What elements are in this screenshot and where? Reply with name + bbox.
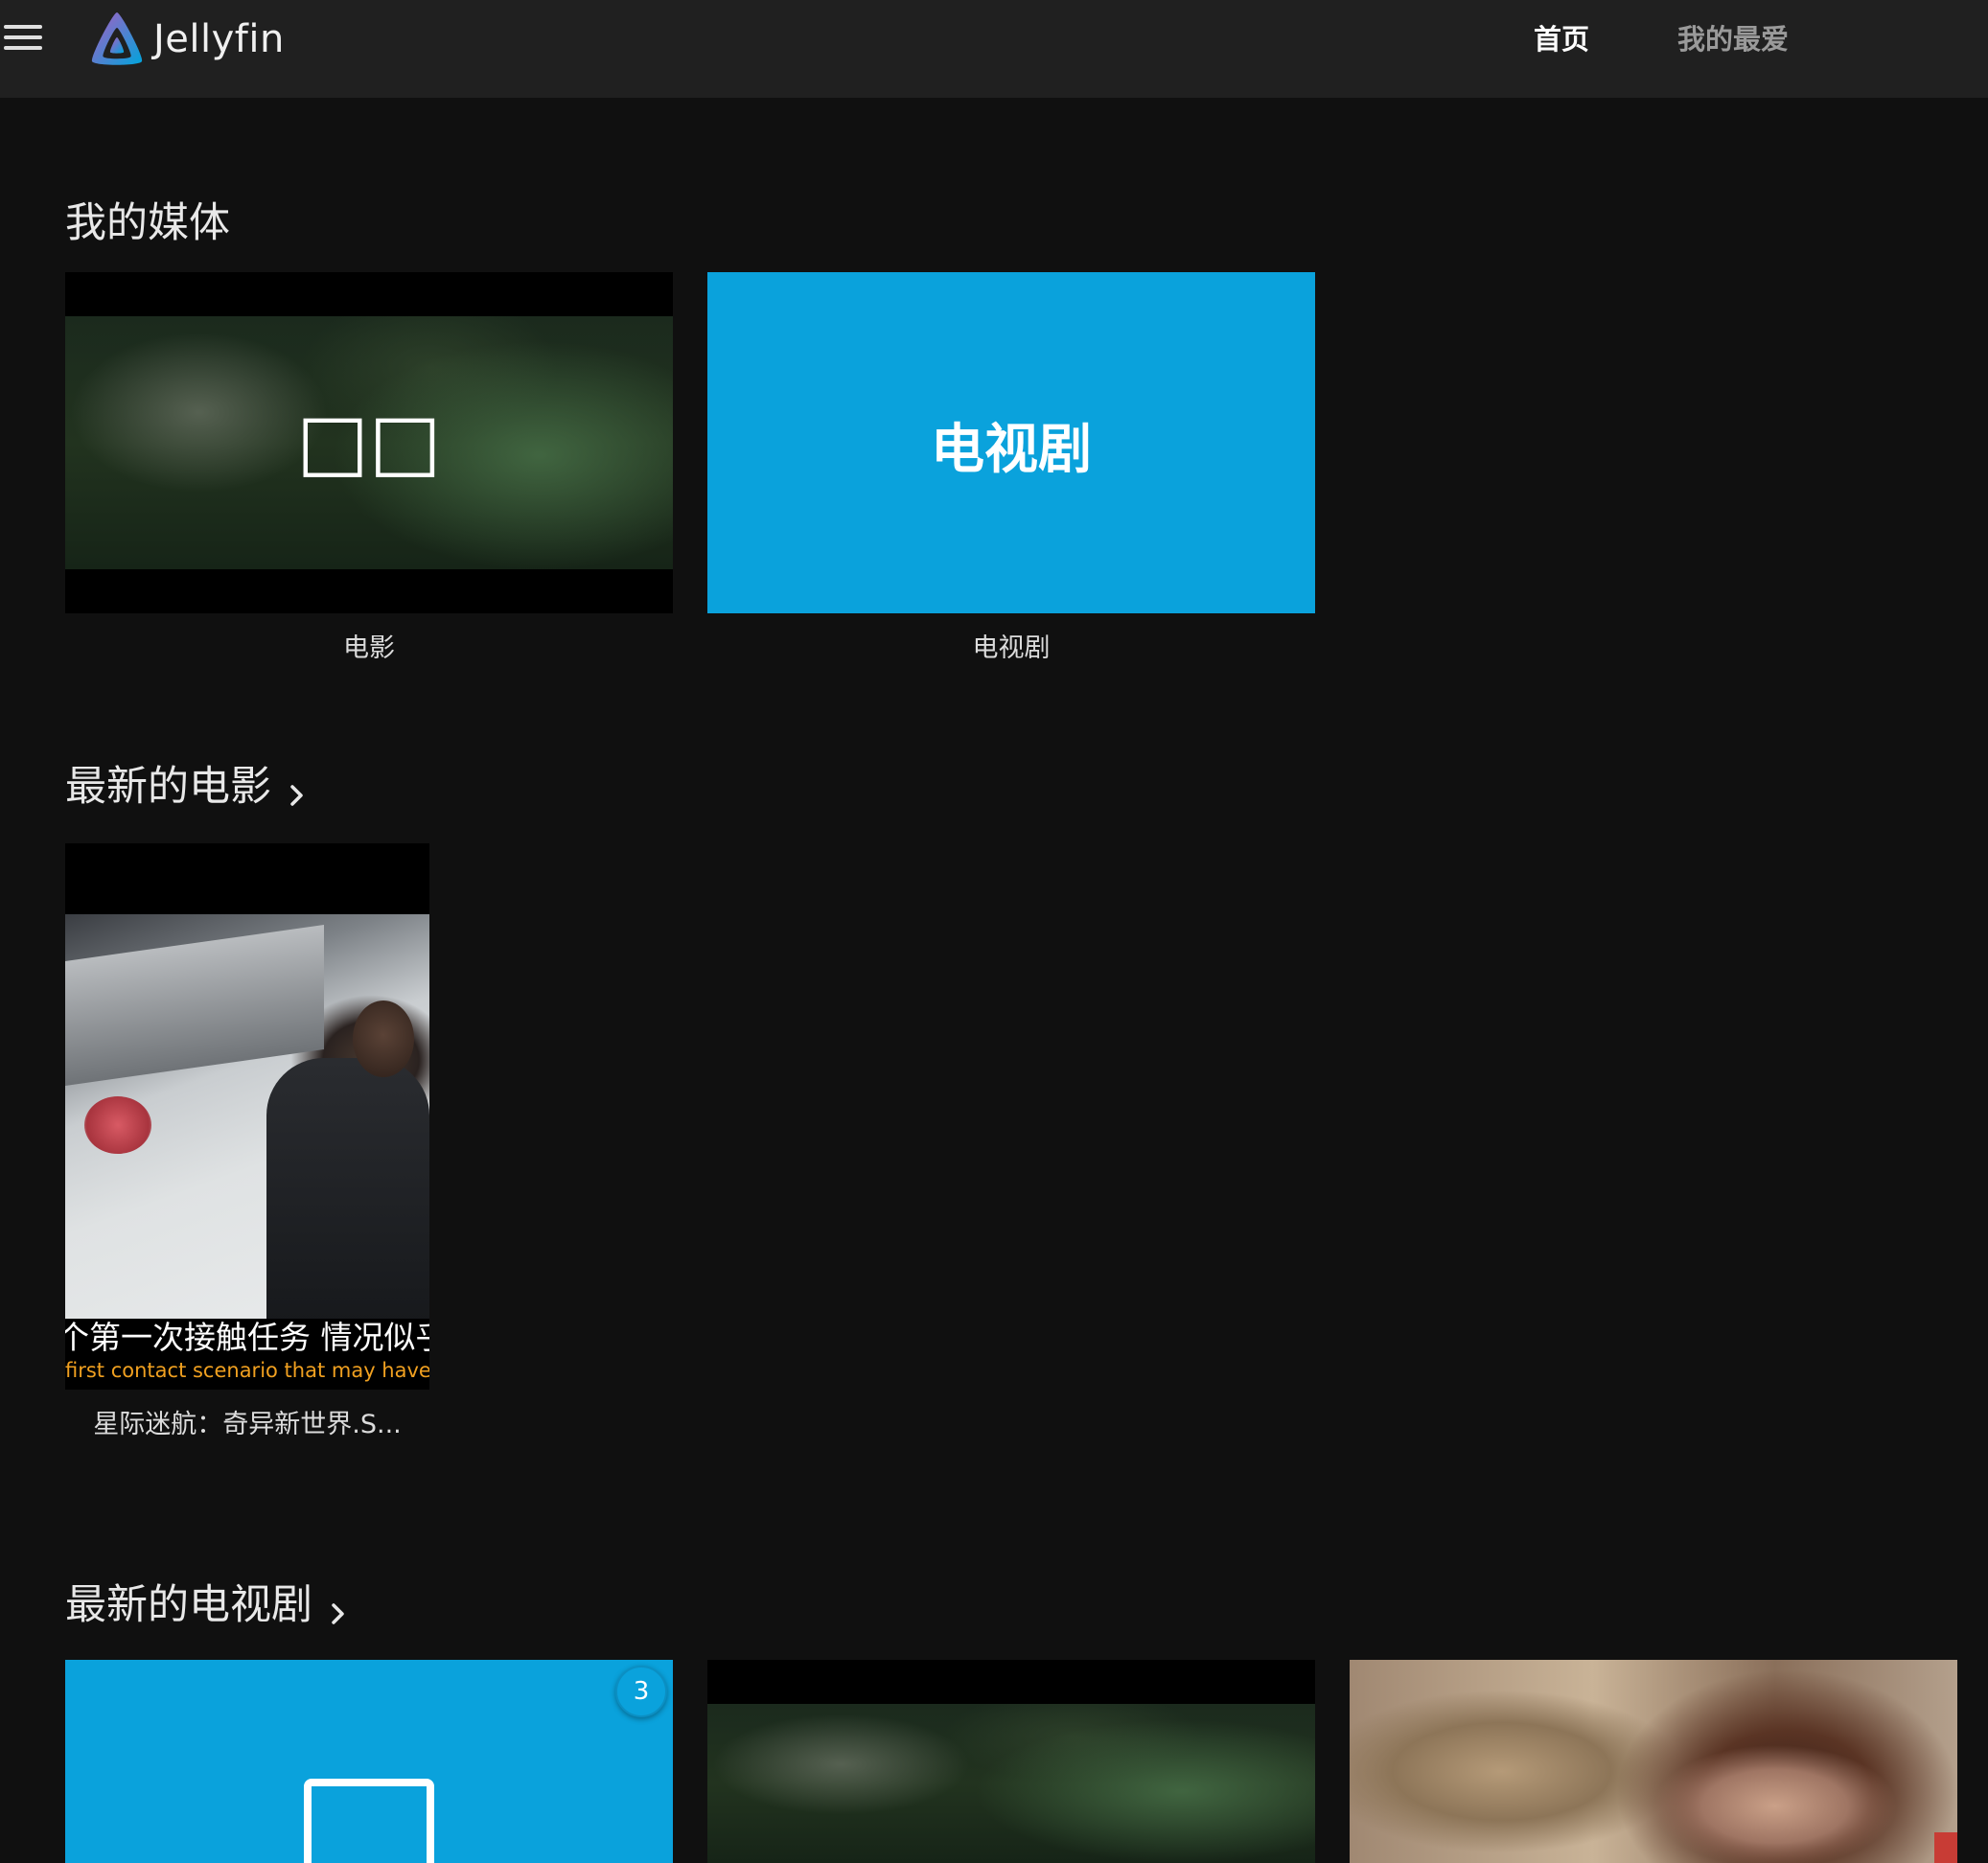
section-title-latest-movies[interactable]: 最新的电影 [65,753,310,813]
movie-card[interactable]: 个第一次接触任务 情况似乎 first contact scenario tha… [65,843,429,1447]
library-thumbnail: □□ [65,272,673,613]
movie-title[interactable]: 星际迷航：奇异新世界.S... [65,1403,429,1440]
chevron-right-icon [285,770,310,806]
menu-icon[interactable] [2,21,46,56]
library-card-tv[interactable]: 电视剧 电视剧 [707,272,1315,665]
app-logo[interactable]: Jellyfin [86,8,285,71]
tv-backdrop [707,1704,1315,1863]
top-app-bar: Jellyfin 首页 我的最爱 [0,0,1988,98]
section-title-text: 我的媒体 [65,199,230,247]
movie-poster: 个第一次接触任务 情况似乎 first contact scenario tha… [65,843,429,1390]
poster-figure [266,1058,429,1336]
section-title-text: 最新的电影 [65,763,271,811]
tv-icon [304,1779,434,1863]
app-title: Jellyfin [153,17,285,61]
poster-figure-head [353,1000,414,1077]
subtitle-chinese: 个第一次接触任务 情况似乎 [65,1319,429,1356]
section-title-latest-tv[interactable]: 最新的电视剧 [65,1572,351,1631]
library-overlay-text: □□ [296,397,442,486]
chevron-right-icon [326,1589,351,1624]
tv-card[interactable] [1350,1660,1957,1863]
tv-thumbnail [1350,1660,1957,1863]
library-thumbnail: 电视剧 [707,272,1315,613]
tv-thumbnail [707,1660,1315,1863]
tv-backdrop [1350,1660,1957,1863]
library-label[interactable]: 电视剧 [707,627,1315,664]
library-label[interactable]: 电影 [65,627,673,664]
section-title-text: 最新的电视剧 [65,1581,312,1629]
library-overlay-text: 电视剧 [931,419,1092,481]
tab-home[interactable]: 首页 [1534,17,1589,58]
tv-card[interactable] [707,1660,1315,1863]
subtitle-english: first contact scenario that may have gon… [65,1359,429,1382]
poster-subtitles: 个第一次接触任务 情况似乎 first contact scenario tha… [65,1319,429,1390]
tab-favorites[interactable]: 我的最爱 [1677,17,1789,58]
library-card-movies[interactable]: □□ 电影 [65,272,673,665]
jellyfin-logo-icon [91,12,143,65]
tv-card[interactable]: 3 [65,1660,673,1863]
poster-image [65,914,429,1336]
poster-ship [65,925,324,1086]
section-title-my-media: 我的媒体 [65,190,230,249]
unplayed-count-badge: 3 [615,1666,667,1717]
tv-thumbnail [65,1660,673,1863]
poster-red-light [84,1096,151,1154]
tv-backdrop-accent [1934,1832,1957,1863]
